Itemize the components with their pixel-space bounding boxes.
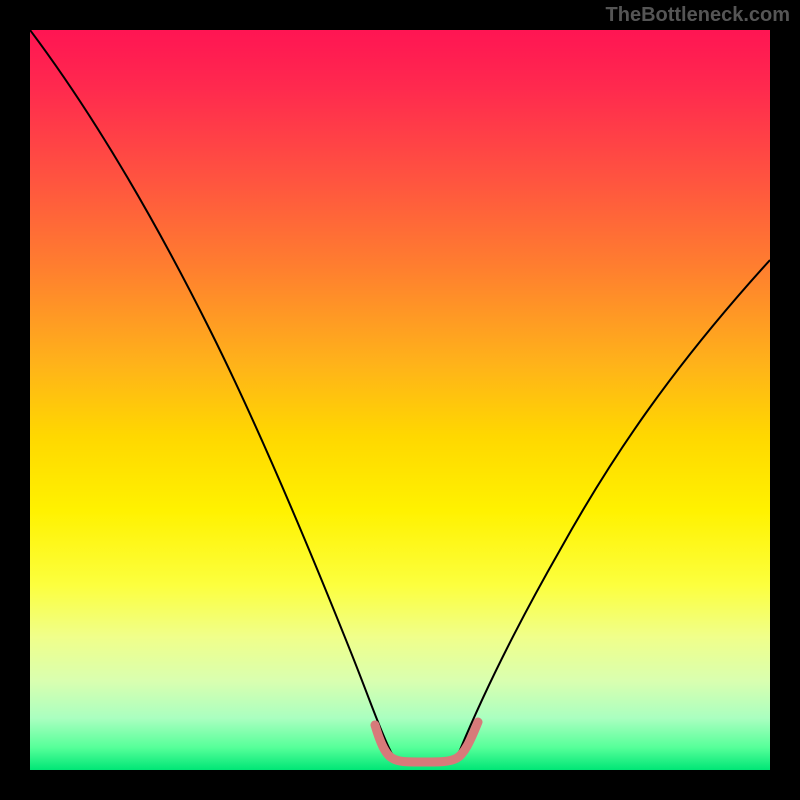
bottleneck-chart — [30, 30, 770, 770]
bottleneck-curve-line — [30, 30, 770, 760]
watermark-text: TheBottleneck.com — [606, 4, 790, 27]
